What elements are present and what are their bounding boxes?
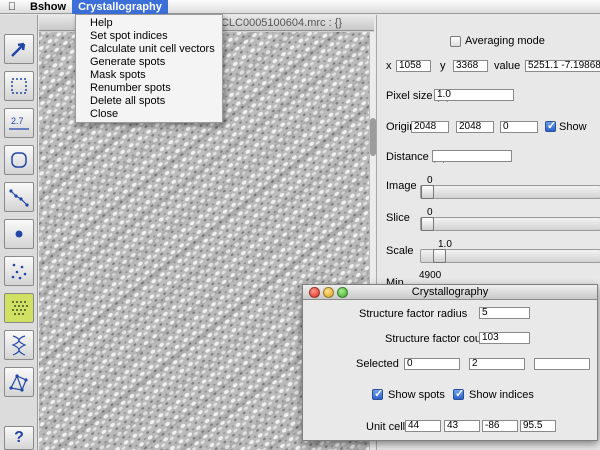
value-label: value: [494, 60, 521, 72]
image-slider-thumb[interactable]: [421, 185, 434, 199]
origin-z-field[interactable]: 0: [500, 121, 538, 133]
selected-field-1[interactable]: 0: [404, 358, 460, 370]
filament-tool-button[interactable]: [4, 330, 34, 360]
image-label: Image: [386, 180, 417, 192]
circle-tool-icon: [11, 152, 27, 168]
unit-cell-a-field[interactable]: 44: [405, 420, 441, 432]
show-spots-label: Show spots: [388, 389, 445, 401]
y-label: y: [440, 60, 446, 72]
averaging-mode-checkbox[interactable]: [450, 36, 461, 47]
arrow-tool-icon: [11, 42, 26, 57]
svg-text:2.7: 2.7: [11, 116, 24, 126]
x-field[interactable]: 1058: [396, 60, 431, 72]
line-profile-button[interactable]: [4, 182, 34, 212]
slice-label: Slice: [386, 212, 410, 224]
scatter-spots-button[interactable]: [4, 256, 34, 286]
slice-slider-thumb[interactable]: [421, 217, 434, 231]
x-label: x: [386, 60, 392, 72]
show-origin-checkbox[interactable]: [545, 119, 556, 132]
help-button[interactable]: ?: [4, 426, 34, 450]
show-indices-checkbox[interactable]: [453, 387, 464, 400]
sf-radius-field[interactable]: 5: [479, 307, 530, 319]
menu-item-help[interactable]: Help: [76, 17, 222, 30]
menu-item-renumber-spots[interactable]: Renumber spots: [76, 82, 222, 95]
minimize-window-icon[interactable]: [323, 287, 334, 298]
value-field[interactable]: 5251.1 -7.19868e-06: [525, 60, 600, 72]
dialog-title: Crystallography: [411, 286, 489, 298]
min-slider-value: 4900: [419, 270, 442, 281]
distance-field[interactable]: [432, 150, 512, 162]
circle-tool-button[interactable]: [4, 145, 34, 175]
network-tool-button[interactable]: [4, 367, 34, 397]
select-rectangle-button[interactable]: [4, 71, 34, 101]
selected-field-2[interactable]: 2: [469, 358, 525, 370]
apple-menu-icon[interactable]: : [0, 1, 24, 13]
scale-slider-track[interactable]: [420, 249, 600, 263]
lattice-spots-button[interactable]: [4, 293, 34, 323]
unit-cell-angle-field[interactable]: -86: [482, 420, 518, 432]
sf-count-label: Structure factor count: [385, 333, 491, 345]
averaging-mode-label: Averaging mode: [465, 35, 545, 47]
show-indices-label: Show indices: [469, 389, 534, 401]
show-spots-checkbox[interactable]: [372, 387, 383, 400]
unit-cell-gamma-field[interactable]: 95.5: [520, 420, 556, 432]
y-field[interactable]: 3368: [453, 60, 488, 72]
scale-label: Scale: [386, 245, 414, 257]
selected-label: Selected: [356, 358, 399, 370]
dialog-title-bar: Crystallography: [303, 285, 597, 300]
menu-app-name[interactable]: Bshow: [24, 0, 72, 14]
help-icon: ?: [14, 429, 24, 446]
measure-tool-button[interactable]: 2.7: [4, 108, 34, 138]
menu-item-close[interactable]: Close: [76, 108, 222, 121]
arrow-tool-button[interactable]: [4, 34, 34, 64]
dot-tool-icon: [15, 230, 23, 238]
toolbox-panel: 2.7 ?: [0, 15, 38, 450]
unit-cell-b-field[interactable]: 43: [444, 420, 480, 432]
select-rectangle-icon: [11, 78, 27, 94]
unit-cell-label: Unit cell: [366, 421, 406, 433]
image-slider-track[interactable]: [420, 185, 600, 199]
crystallography-dialog: Crystallography Structure factor radius …: [302, 284, 598, 441]
measure-tool-icon: 2.7: [9, 116, 29, 130]
menu-item-set-spot-indices[interactable]: Set spot indices: [76, 30, 222, 43]
lattice-spots-icon: [12, 301, 28, 315]
filament-tool-icon: [11, 335, 27, 356]
sf-count-field[interactable]: 103: [479, 332, 530, 344]
slice-slider-track[interactable]: [420, 217, 600, 231]
line-profile-icon: [9, 189, 29, 207]
crystallography-menu: Help Set spot indices Calculate unit cel…: [75, 14, 223, 123]
menu-bar:  Bshow Crystallography: [0, 0, 600, 14]
menu-item-calculate-unit-cell[interactable]: Calculate unit cell vectors: [76, 43, 222, 56]
sf-radius-label: Structure factor radius: [359, 308, 468, 320]
scatter-spots-icon: [11, 263, 27, 280]
menu-item-generate-spots[interactable]: Generate spots: [76, 56, 222, 69]
menu-crystallography[interactable]: Crystallography: [72, 0, 168, 14]
origin-x-field[interactable]: 2048: [411, 121, 449, 133]
close-window-icon[interactable]: [309, 287, 320, 298]
scale-slider-thumb[interactable]: [433, 249, 446, 263]
network-tool-icon: [9, 374, 28, 392]
zoom-window-icon[interactable]: [337, 287, 348, 298]
menu-item-delete-all-spots[interactable]: Delete all spots: [76, 95, 222, 108]
origin-y-field[interactable]: 2048: [456, 121, 494, 133]
dot-tool-button[interactable]: [4, 219, 34, 249]
menu-item-mask-spots[interactable]: Mask spots: [76, 69, 222, 82]
pixel-size-field[interactable]: 1.0: [434, 89, 514, 101]
selected-field-3[interactable]: [534, 358, 590, 370]
show-origin-label: Show: [559, 121, 587, 133]
